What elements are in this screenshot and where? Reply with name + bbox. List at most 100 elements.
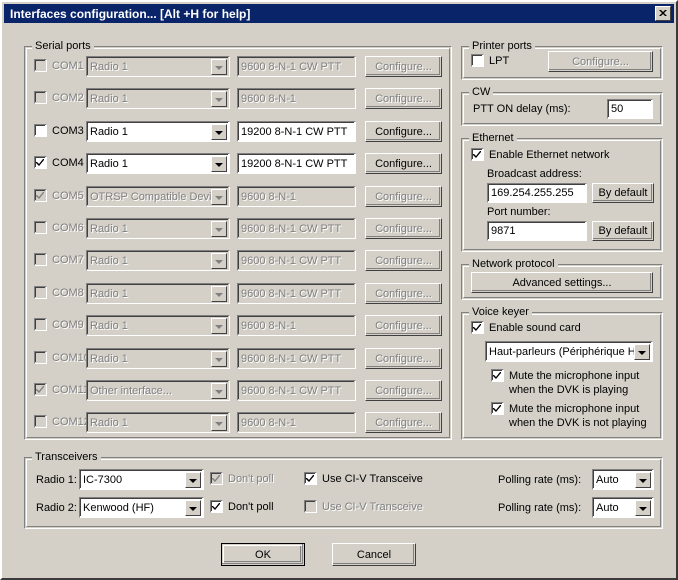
radio-2-polling-rate-combo[interactable]: Auto <box>592 497 654 518</box>
mute-while-not-playing-checkbox[interactable]: Mute the microphone input <box>491 402 639 415</box>
serial-port-label: COM9 <box>52 319 84 331</box>
sound-card-device-combo[interactable]: Haut-parleurs (Périphérique Hig <box>485 341 653 362</box>
serial-configure-button-com9[interactable]: Configure... <box>365 315 442 336</box>
serial-configure-button-com6[interactable]: Configure... <box>365 218 442 239</box>
port-by-default-label: By default <box>599 225 648 237</box>
checkbox-box <box>471 148 484 161</box>
advanced-settings-button[interactable]: Advanced settings... <box>471 272 653 293</box>
serial-device-value: Radio 1 <box>87 61 229 73</box>
serial-configure-button-com8[interactable]: Configure... <box>365 283 442 304</box>
serial-configure-button-com11[interactable]: Configure... <box>365 380 442 401</box>
chevron-down-icon[interactable] <box>211 286 227 302</box>
chevron-down-icon[interactable] <box>211 124 227 140</box>
chevron-down-icon[interactable] <box>211 221 227 237</box>
broadcast-address-input[interactable]: 169.254.255.255 <box>487 183 587 203</box>
serial-port-checkbox-com10[interactable]: COM10 <box>34 351 90 364</box>
serial-device-combo-com9[interactable]: Radio 1 <box>86 315 230 336</box>
chevron-down-icon[interactable] <box>211 59 227 75</box>
serial-port-checkbox-com7[interactable]: COM7 <box>34 253 84 266</box>
serial-device-combo-com2[interactable]: Radio 1 <box>86 88 230 109</box>
serial-port-checkbox-com5[interactable]: COM5 <box>34 189 84 202</box>
serial-configure-button-com3[interactable]: Configure... <box>365 121 442 142</box>
serial-device-combo-com10[interactable]: Radio 1 <box>86 348 230 369</box>
chevron-down-icon[interactable] <box>185 472 201 488</box>
radio-2-model-combo[interactable]: Kenwood (HF) <box>79 497 204 518</box>
checkbox-box <box>304 500 317 513</box>
serial-device-combo-com3[interactable]: Radio 1 <box>86 121 230 142</box>
close-button[interactable] <box>655 6 671 21</box>
serial-configure-button-com12[interactable]: Configure... <box>365 412 442 433</box>
lpt-configure-label: Configure... <box>572 56 629 68</box>
chevron-down-icon[interactable] <box>185 500 201 516</box>
chevron-down-icon[interactable] <box>211 156 227 172</box>
serial-device-value: Radio 1 <box>87 255 229 267</box>
serial-ports-legend: Serial ports <box>32 40 94 52</box>
chevron-down-icon[interactable] <box>634 344 650 360</box>
radio-2-dont-poll-checkbox[interactable]: Don't poll <box>210 500 274 513</box>
serial-configure-button-com2[interactable]: Configure... <box>365 88 442 109</box>
serial-device-combo-com1[interactable]: Radio 1 <box>86 56 230 77</box>
serial-port-label: COM7 <box>52 254 84 266</box>
ok-button[interactable]: OK <box>221 543 305 566</box>
serial-configure-button-com10[interactable]: Configure... <box>365 348 442 369</box>
serial-port-checkbox-com12[interactable]: COM12 <box>34 415 90 428</box>
broadcast-by-default-button[interactable]: By default <box>592 183 654 203</box>
chevron-down-icon[interactable] <box>211 383 227 399</box>
radio-1-civ-transceive-checkbox[interactable]: Use CI-V Transceive <box>304 472 423 485</box>
serial-configure-label: Configure... <box>375 385 432 397</box>
chevron-down-icon[interactable] <box>211 91 227 107</box>
serial-configure-label: Configure... <box>375 61 432 73</box>
checkbox-box <box>471 54 484 67</box>
port-by-default-button[interactable]: By default <box>592 221 654 241</box>
port-number-input[interactable]: 9871 <box>487 221 587 241</box>
chevron-down-icon[interactable] <box>635 500 651 516</box>
chevron-down-icon[interactable] <box>211 415 227 431</box>
serial-device-combo-com12[interactable]: Radio 1 <box>86 412 230 433</box>
serial-configure-button-com1[interactable]: Configure... <box>365 56 442 77</box>
chevron-down-icon[interactable] <box>211 189 227 205</box>
serial-port-checkbox-com2[interactable]: COM2 <box>34 91 84 104</box>
serial-port-checkbox-com11[interactable]: COM11 <box>34 383 89 396</box>
lpt-configure-button[interactable]: Configure... <box>548 51 653 72</box>
serial-device-combo-com6[interactable]: Radio 1 <box>86 218 230 239</box>
broadcast-address-label: Broadcast address: <box>487 168 582 180</box>
serial-port-checkbox-com4[interactable]: COM4 <box>34 156 84 169</box>
chevron-down-icon[interactable] <box>211 318 227 334</box>
transceivers-legend: Transceivers <box>32 451 101 463</box>
chevron-down-icon[interactable] <box>211 253 227 269</box>
serial-device-combo-com4[interactable]: Radio 1 <box>86 153 230 174</box>
cancel-button[interactable]: Cancel <box>332 543 416 566</box>
radio-1-model-combo[interactable]: IC-7300 <box>79 469 204 490</box>
serial-device-combo-com8[interactable]: Radio 1 <box>86 283 230 304</box>
enable-sound-card-checkbox[interactable]: Enable sound card <box>471 321 581 334</box>
serial-settings-field-com12: 9600 8-N-1 <box>237 412 356 433</box>
lpt-checkbox[interactable]: LPT <box>471 54 509 67</box>
radio-2-civ-transceive-checkbox[interactable]: Use CI-V Transceive <box>304 500 423 513</box>
serial-configure-button-com7[interactable]: Configure... <box>365 250 442 271</box>
serial-port-checkbox-com6[interactable]: COM6 <box>34 221 84 234</box>
radio-1-polling-rate-combo[interactable]: Auto <box>592 469 654 490</box>
serial-device-combo-com5[interactable]: OTRSP Compatible Devi <box>86 186 230 207</box>
serial-settings-field-com10: 9600 8-N-1 CW PTT <box>237 348 356 369</box>
serial-port-checkbox-com3[interactable]: COM3 <box>34 124 84 137</box>
cw-legend: CW <box>469 86 493 98</box>
enable-ethernet-checkbox[interactable]: Enable Ethernet network <box>471 148 609 161</box>
serial-configure-button-com4[interactable]: Configure... <box>365 153 442 174</box>
serial-device-combo-com11[interactable]: Other interface... <box>86 380 230 401</box>
serial-port-checkbox-com1[interactable]: COM1 <box>34 59 84 72</box>
checkbox-box <box>34 253 47 266</box>
serial-ports-group: Serial ports COM1Radio 19600 8-N-1 CW PT… <box>24 40 452 440</box>
checkbox-box <box>34 286 47 299</box>
serial-device-combo-com7[interactable]: Radio 1 <box>86 250 230 271</box>
checkbox-box <box>304 472 317 485</box>
serial-port-checkbox-com8[interactable]: COM8 <box>34 286 84 299</box>
chevron-down-icon[interactable] <box>211 351 227 367</box>
serial-port-checkbox-com9[interactable]: COM9 <box>34 318 84 331</box>
ptt-delay-input[interactable]: 50 <box>607 99 653 119</box>
serial-configure-button-com5[interactable]: Configure... <box>365 186 442 207</box>
check-icon <box>473 150 482 162</box>
checkbox-box <box>34 189 47 202</box>
mute-while-playing-checkbox[interactable]: Mute the microphone input <box>491 369 639 382</box>
radio-1-dont-poll-checkbox[interactable]: Don't poll <box>210 472 274 485</box>
chevron-down-icon[interactable] <box>635 472 651 488</box>
